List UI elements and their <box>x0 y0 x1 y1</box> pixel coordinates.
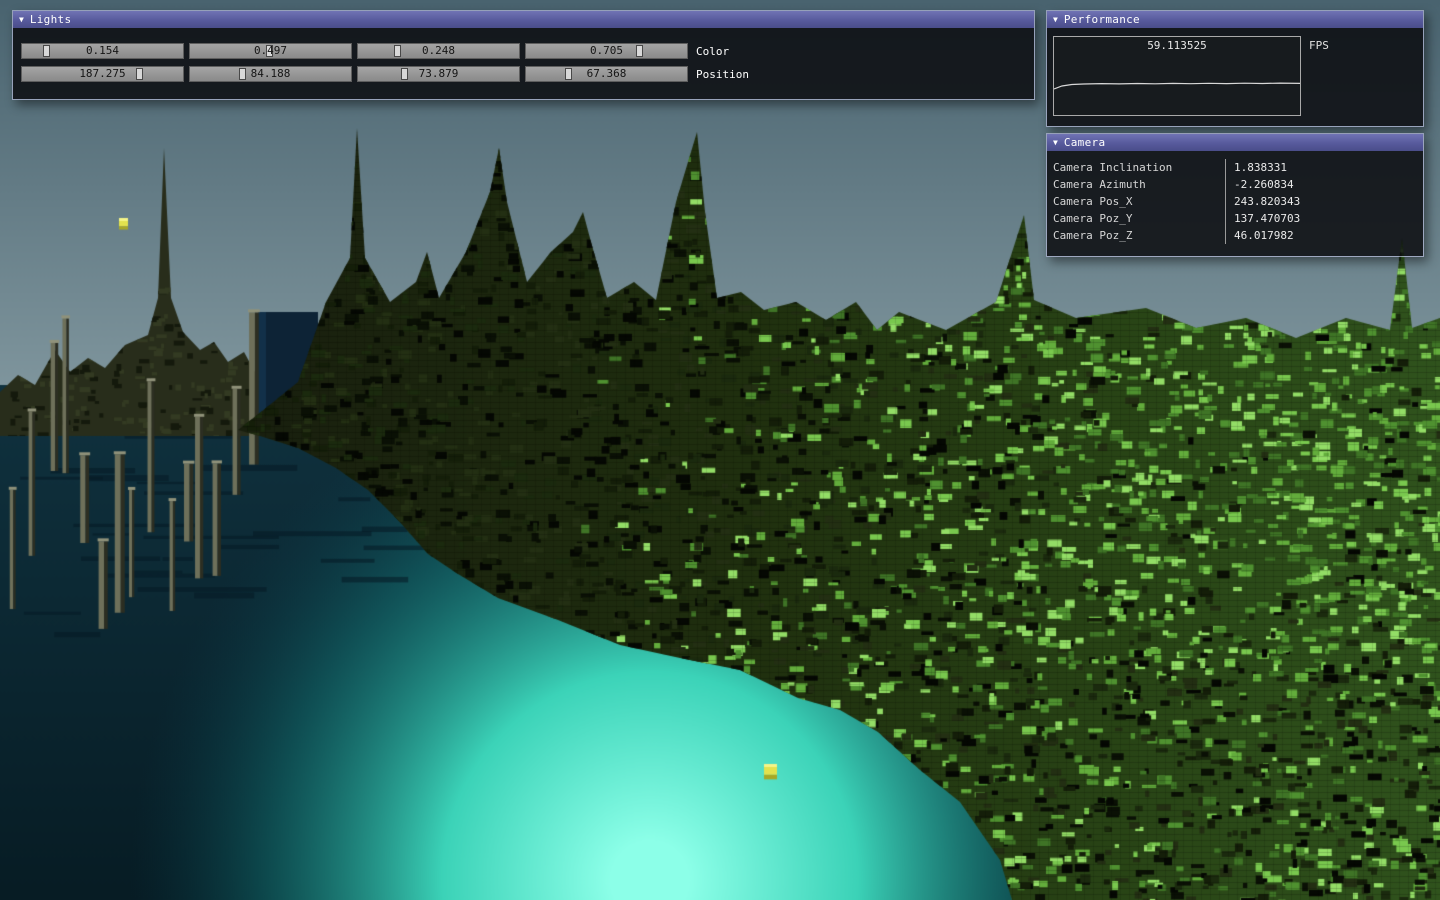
collapse-arrow-icon[interactable]: ▼ <box>1053 139 1058 147</box>
slider-value: 0.497 <box>190 44 351 58</box>
light-color-row: 0.154 0.497 0.248 0.705 Color <box>21 43 1026 59</box>
camera-row-label: Camera Pos_X <box>1047 195 1225 208</box>
lights-panel-titlebar[interactable]: ▼ Lights <box>13 11 1034 28</box>
slider-value: 73.879 <box>358 67 519 81</box>
performance-panel-body: 59.113525 FPS <box>1047 28 1423 126</box>
light-color-slider-1[interactable]: 0.497 <box>189 43 352 59</box>
camera-panel-titlebar[interactable]: ▼ Camera <box>1047 134 1423 151</box>
lights-panel-title: Lights <box>30 13 72 26</box>
camera-panel-title: Camera <box>1064 136 1106 149</box>
collapse-arrow-icon[interactable]: ▼ <box>19 16 24 24</box>
light-color-slider-3[interactable]: 0.705 <box>525 43 688 59</box>
fps-unit-label: FPS <box>1309 36 1329 116</box>
performance-panel-titlebar[interactable]: ▼ Performance <box>1047 11 1423 28</box>
slider-value: 0.154 <box>22 44 183 58</box>
slider-value: 0.705 <box>526 44 687 58</box>
light-position-slider-1[interactable]: 84.188 <box>189 66 352 82</box>
light-position-slider-3[interactable]: 67.368 <box>525 66 688 82</box>
camera-row-value: 243.820343 <box>1225 193 1423 210</box>
collapse-arrow-icon[interactable]: ▼ <box>1053 16 1058 24</box>
camera-row-label: Camera Poz_Y <box>1047 212 1225 225</box>
lights-panel-body: 0.154 0.497 0.248 0.705 Color <box>13 28 1034 99</box>
camera-row-label: Camera Inclination <box>1047 161 1225 174</box>
performance-panel: ▼ Performance 59.113525 FPS <box>1046 10 1424 127</box>
camera-row-value: 1.838331 <box>1225 159 1423 176</box>
camera-row-azimuth: Camera Azimuth -2.260834 <box>1047 176 1423 193</box>
camera-panel: ▼ Camera Camera Inclination 1.838331 Cam… <box>1046 133 1424 257</box>
fps-graph: 59.113525 <box>1053 36 1301 116</box>
light-position-slider-2[interactable]: 73.879 <box>357 66 520 82</box>
light-color-slider-0[interactable]: 0.154 <box>21 43 184 59</box>
camera-row-pos-x: Camera Pos_X 243.820343 <box>1047 193 1423 210</box>
camera-panel-body: Camera Inclination 1.838331 Camera Azimu… <box>1047 151 1423 256</box>
camera-row-inclination: Camera Inclination 1.838331 <box>1047 159 1423 176</box>
fps-graph-line <box>1054 83 1300 89</box>
performance-panel-title: Performance <box>1064 13 1140 26</box>
slider-value: 84.188 <box>190 67 351 81</box>
light-position-slider-0[interactable]: 187.275 <box>21 66 184 82</box>
camera-row-pos-y: Camera Poz_Y 137.470703 <box>1047 210 1423 227</box>
camera-row-value: 137.470703 <box>1225 210 1423 227</box>
light-color-slider-2[interactable]: 0.248 <box>357 43 520 59</box>
light-color-row-label: Color <box>696 45 729 58</box>
slider-value: 187.275 <box>22 67 183 81</box>
camera-row-value: 46.017982 <box>1225 227 1423 244</box>
light-position-row-label: Position <box>696 68 749 81</box>
light-position-row: 187.275 84.188 73.879 67.368 Position <box>21 66 1026 82</box>
camera-row-value: -2.260834 <box>1225 176 1423 193</box>
slider-value: 0.248 <box>358 44 519 58</box>
camera-row-label: Camera Poz_Z <box>1047 229 1225 242</box>
fps-value: 59.113525 <box>1054 39 1300 52</box>
camera-row-pos-z: Camera Poz_Z 46.017982 <box>1047 227 1423 244</box>
slider-value: 67.368 <box>526 67 687 81</box>
lights-panel: ▼ Lights 0.154 0.497 0.248 0.705 <box>12 10 1035 100</box>
camera-row-label: Camera Azimuth <box>1047 178 1225 191</box>
